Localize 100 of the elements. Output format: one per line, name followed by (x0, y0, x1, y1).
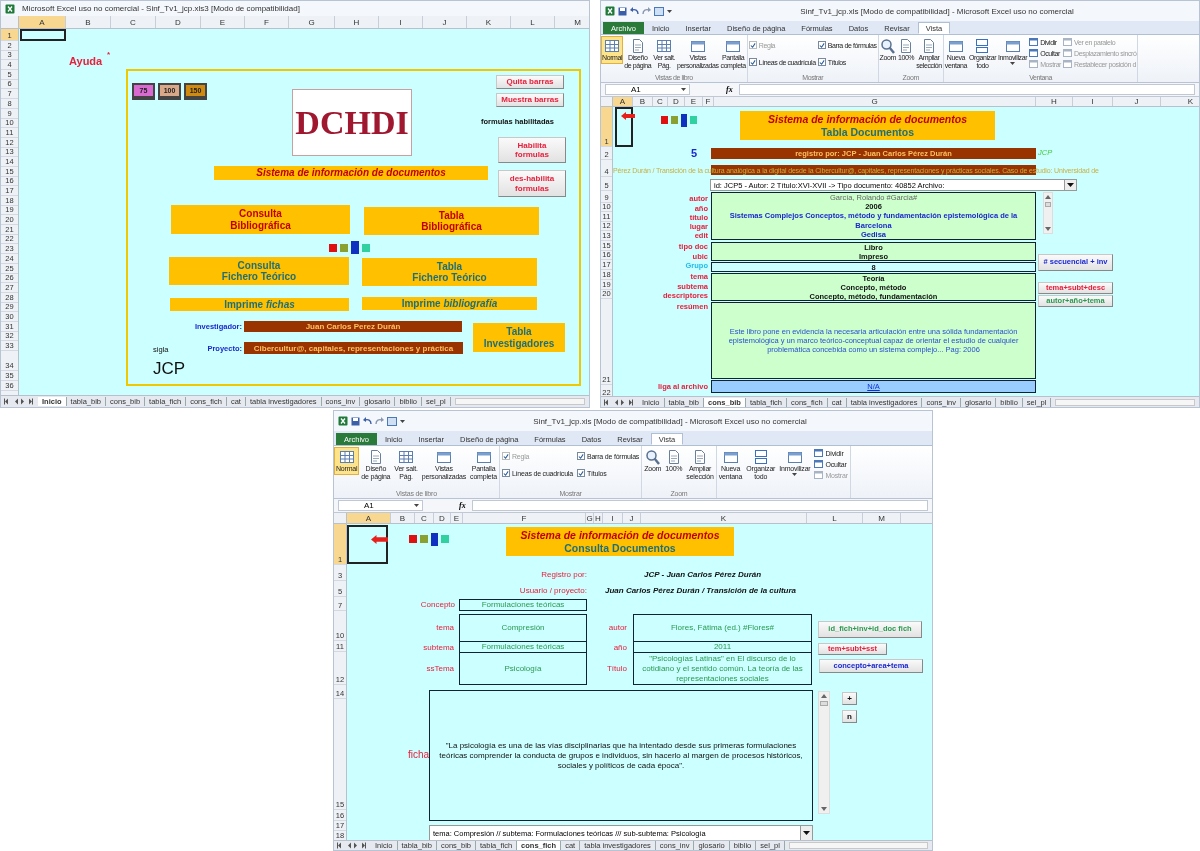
vertical-scrollbar[interactable] (1043, 192, 1053, 234)
column-header[interactable]: A (19, 16, 66, 28)
column-header[interactable]: L (511, 16, 555, 28)
menu-button[interactable]: Imprime bibliografía (362, 297, 537, 310)
label-text: Usuario / proyecto: (519, 587, 587, 596)
column-header[interactable]: I (379, 16, 423, 28)
column-header[interactable]: H (335, 16, 379, 28)
dropdown-button[interactable] (800, 826, 812, 840)
label-text: Concepto (420, 601, 455, 610)
selected-cell[interactable] (20, 29, 66, 41)
checkbox-square[interactable] (748, 58, 757, 66)
menu-button[interactable]: Tabla Fichero Teórico (362, 258, 537, 286)
window-icon (435, 449, 452, 465)
macro-button[interactable]: + (842, 692, 857, 705)
banner-text: Consulta Documentos (564, 541, 676, 554)
column-header[interactable]: I (603, 513, 623, 523)
column-header[interactable]: F (463, 513, 586, 523)
column-header[interactable]: K (641, 513, 807, 523)
macro-button[interactable]: Muestra barras (496, 93, 564, 107)
checkbox-square[interactable] (817, 41, 826, 49)
formula-input[interactable] (471, 500, 928, 511)
column-header[interactable]: D (156, 16, 201, 28)
menu-button[interactable]: Tabla Investigadores (473, 323, 565, 352)
window-icon (725, 38, 742, 54)
macro-button[interactable]: n (842, 710, 857, 723)
save-icon (618, 6, 627, 16)
column-header[interactable]: F (703, 97, 714, 106)
column-header[interactable]: D (434, 513, 451, 523)
column-header[interactable]: E (451, 513, 463, 523)
window-title: Microsoft Excel uso no comercial - Sinf_Tv1_jcp.xls3 [Modo de compatibilidad] (22, 4, 300, 13)
column-header[interactable]: A (347, 513, 391, 523)
field-label: Título (607, 664, 627, 674)
caret-icon (667, 9, 672, 13)
column-header[interactable]: I (1073, 97, 1113, 106)
column-header[interactable]: L (807, 513, 863, 523)
macro-button[interactable]: Quita barras (496, 75, 564, 89)
checkbox-square[interactable] (576, 452, 585, 460)
column-header[interactable]: G (289, 16, 335, 28)
macro-button[interactable]: des-habilita formulas (498, 170, 566, 197)
checkbox-square[interactable] (817, 58, 826, 66)
left-arrow-icon (371, 535, 388, 544)
label-text: Juan Carlos Pérez Durán / Transición de la cultura (605, 587, 797, 596)
column-header[interactable]: B (633, 97, 653, 106)
column-header[interactable]: J (623, 513, 641, 523)
menu-button[interactable]: Consulta Bibliográfica (171, 205, 350, 234)
column-header[interactable]: K (1161, 97, 1199, 106)
selected-cell[interactable] (615, 107, 633, 147)
redo-icon (375, 417, 384, 425)
name-box[interactable]: A1 (605, 84, 690, 95)
column-header[interactable]: C (653, 97, 668, 106)
field-value: Psicología (503, 663, 543, 674)
window-icon (786, 449, 803, 465)
column-header[interactable]: A (613, 97, 633, 106)
vertical-scrollbar[interactable] (818, 691, 830, 814)
selected-cell[interactable] (347, 525, 388, 564)
field-value: Formulaciones teóricas (480, 642, 566, 653)
horizontal-scrollbar[interactable] (1055, 398, 1195, 406)
column-header[interactable]: B (391, 513, 415, 523)
horizontal-scrollbar[interactable] (788, 842, 928, 849)
column-header[interactable]: D (668, 97, 685, 106)
column-header[interactable]: G (586, 513, 594, 523)
scroll-thumb[interactable] (1044, 202, 1052, 207)
name-box[interactable]: A1 (338, 500, 423, 511)
grid-icon (656, 38, 673, 54)
caret-icon (803, 831, 810, 835)
window-icon (1004, 38, 1021, 54)
formula-input[interactable] (738, 84, 1195, 95)
checkmark-icon (577, 469, 584, 477)
column-header[interactable]: J (1113, 97, 1161, 106)
down-arrow-icon (1045, 227, 1051, 231)
column-header[interactable]: C (111, 16, 156, 28)
grid-icon (604, 38, 621, 54)
field-value: Flores, Fátima (ed.) #Flores# (669, 623, 776, 634)
column-header[interactable]: H (594, 513, 603, 523)
window-icon (814, 471, 824, 479)
checkbox-square[interactable] (501, 469, 510, 477)
column-header[interactable]: H (1036, 97, 1073, 106)
macro-button[interactable]: Habilita formulas (498, 137, 566, 163)
menu-button[interactable]: Tabla Bibliográfica (364, 207, 539, 235)
label-text: Ayuda (69, 54, 103, 68)
column-header[interactable]: K (467, 16, 511, 28)
column-header[interactable]: G (714, 97, 1036, 106)
horizontal-scrollbar[interactable] (454, 398, 585, 405)
dropdown-button[interactable] (1064, 180, 1076, 190)
column-header[interactable]: C (415, 513, 434, 523)
banner-text: Sistema de información de documentos (520, 529, 720, 542)
column-header[interactable]: E (201, 16, 245, 28)
column-header[interactable]: J (423, 16, 467, 28)
column-header[interactable]: B (66, 16, 111, 28)
menu-button[interactable]: Imprime fichas (170, 298, 349, 311)
checkmark-icon (749, 58, 756, 66)
column-header[interactable]: M (863, 513, 901, 523)
scroll-thumb[interactable] (820, 701, 828, 706)
window-icon (1029, 60, 1039, 68)
checkbox-square[interactable] (576, 469, 585, 477)
column-header[interactable]: E (685, 97, 703, 106)
column-header[interactable]: F (245, 16, 289, 28)
window-icon (814, 460, 824, 468)
menu-button[interactable]: Consulta Fichero Teórico (169, 257, 349, 285)
caret-icon (681, 88, 686, 91)
